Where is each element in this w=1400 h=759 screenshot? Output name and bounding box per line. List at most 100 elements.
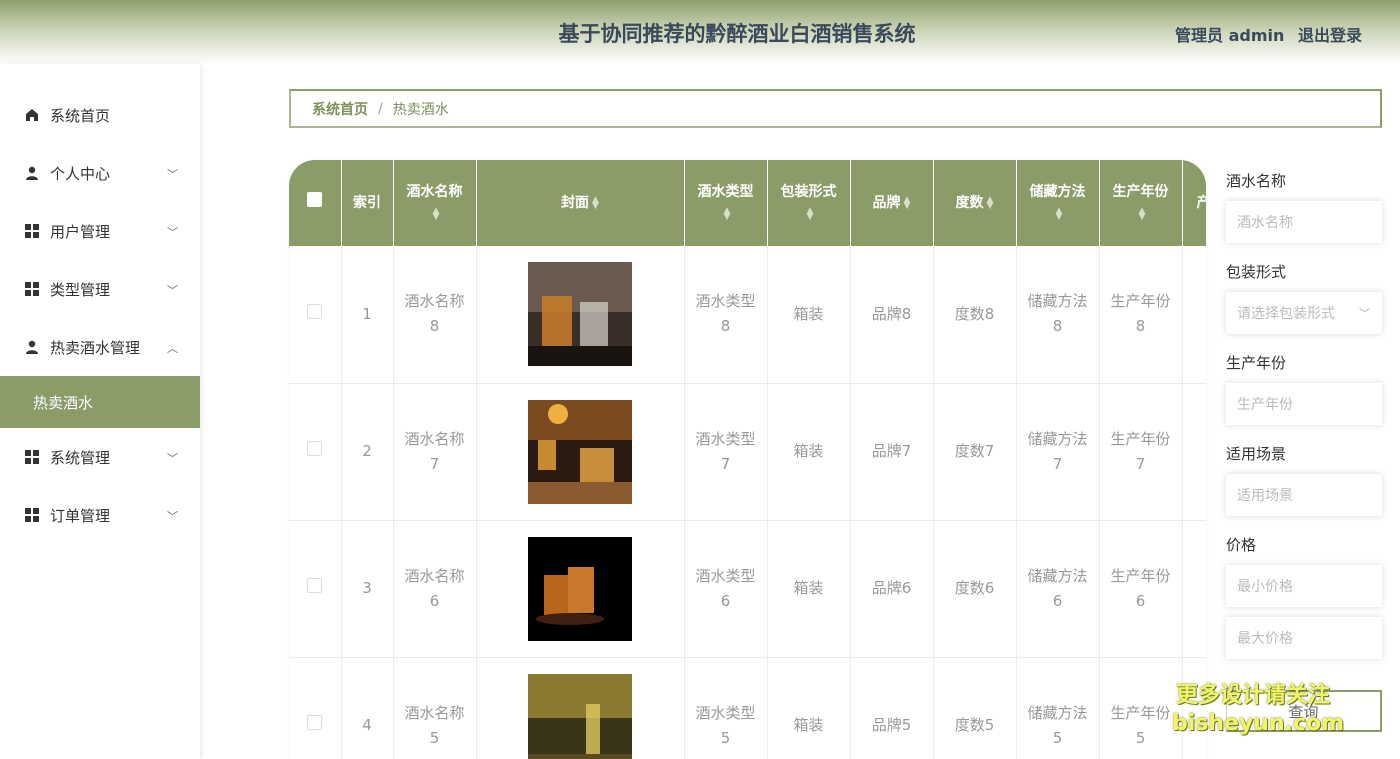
top-header: 基于协同推荐的黔醉酒业白酒销售系统 管理员 admin 退出登录 bbox=[0, 0, 1400, 64]
cell-degree: 度数8 bbox=[933, 246, 1017, 384]
sidebar-item-label: 系统管理 bbox=[50, 448, 111, 467]
header-type[interactable]: 酒水类型 ▲ ▼ bbox=[684, 160, 768, 246]
sort-icon[interactable]: ▲ ▼ bbox=[807, 207, 814, 222]
sort-icon[interactable]: ▲ ▼ bbox=[433, 207, 440, 222]
cell-brand: 品牌6 bbox=[850, 520, 934, 658]
table-row: 1 酒水名称 8 酒水类型 8 箱装 品牌8 度数8 储藏方法 8 生产年份 8 bbox=[289, 246, 1206, 384]
cell-degree: 度数6 bbox=[933, 520, 1017, 658]
scene-label: 适用场景 bbox=[1226, 445, 1287, 463]
row-checkbox-cell[interactable] bbox=[289, 246, 342, 384]
cell-storage: 储藏方法 7 bbox=[1016, 383, 1100, 521]
sort-icon[interactable]: ▲ ▼ bbox=[724, 207, 731, 222]
chevron-down-icon: ﹀ bbox=[167, 452, 178, 465]
sidebar-subitem-hot-drinks[interactable]: 热卖酒水 bbox=[0, 376, 200, 428]
logout-button[interactable]: 退出登录 bbox=[1298, 26, 1362, 45]
cell-storage: 储藏方法 5 bbox=[1016, 657, 1100, 759]
sort-icon[interactable]: ▲ ▼ bbox=[592, 196, 599, 211]
cell-index: 1 bbox=[341, 246, 394, 384]
cell-index: 2 bbox=[341, 383, 394, 521]
cell-name: 酒水名称 8 bbox=[393, 246, 477, 384]
cell-cover bbox=[476, 520, 685, 658]
sidebar-item-hot-drinks[interactable]: 热卖酒水管理 ︿ bbox=[0, 318, 200, 376]
cover-image bbox=[528, 536, 632, 641]
table-row: 4 酒水名称 5 酒水类型 5 箱装 品牌5 度数5 储藏方法 5 生产年份 5 bbox=[289, 657, 1206, 759]
header-name[interactable]: 酒水名称 ▲ ▼ bbox=[393, 160, 477, 246]
price-label: 价格 bbox=[1226, 536, 1257, 554]
cell-year: 生产年份 6 bbox=[1099, 520, 1183, 658]
cell-storage: 储藏方法 6 bbox=[1016, 520, 1100, 658]
sidebar-item-users[interactable]: 用户管理 ﹀ bbox=[0, 202, 200, 260]
sidebar-item-label: 订单管理 bbox=[50, 506, 111, 525]
sidebar-item-orders[interactable]: 订单管理 ﹀ bbox=[0, 486, 200, 544]
sidebar-item-system[interactable]: 系统管理 ﹀ bbox=[0, 428, 200, 486]
sidebar-item-label: 用户管理 bbox=[50, 222, 111, 241]
header-index: 索引 bbox=[341, 160, 394, 246]
row-checkbox[interactable] bbox=[307, 441, 323, 456]
sort-icon[interactable]: ▲ ▼ bbox=[1056, 207, 1063, 222]
cell-type: 酒水类型 8 bbox=[684, 246, 768, 384]
min-price-input[interactable]: 最小价格 bbox=[1226, 565, 1382, 607]
header-storage[interactable]: 储藏方法 ▲ ▼ bbox=[1016, 160, 1100, 246]
row-checkbox[interactable] bbox=[307, 578, 323, 593]
sidebar-item-home[interactable]: 系统首页 bbox=[0, 86, 200, 144]
chevron-up-icon: ︿ bbox=[167, 342, 178, 355]
header-brand[interactable]: 品牌 ▲ ▼ bbox=[850, 160, 934, 246]
admin-label: 管理员 admin bbox=[1175, 26, 1285, 45]
sidebar: 系统首页 个人中心 ﹀ 用户管理 ﹀ 类型管理 ﹀ 热卖酒水管理 ︿ 热卖酒水 … bbox=[0, 64, 200, 759]
grid-icon bbox=[24, 281, 40, 297]
chevron-down-icon: ﹀ bbox=[167, 510, 178, 523]
pack-select[interactable]: 请选择包装形式 ﹀ bbox=[1226, 292, 1382, 334]
row-checkbox-cell[interactable] bbox=[289, 383, 342, 521]
row-checkbox-cell[interactable] bbox=[289, 657, 342, 759]
sidebar-item-profile[interactable]: 个人中心 ﹀ bbox=[0, 144, 200, 202]
cell-brand: 品牌8 bbox=[850, 246, 934, 384]
cover-image bbox=[528, 262, 632, 367]
cell-degree: 度数7 bbox=[933, 383, 1017, 521]
pack-label: 包装形式 bbox=[1226, 263, 1287, 281]
name-label: 酒水名称 bbox=[1226, 172, 1287, 190]
row-checkbox[interactable] bbox=[307, 303, 323, 319]
header-select-all[interactable] bbox=[289, 160, 342, 246]
grid-icon bbox=[24, 507, 40, 523]
header-degree[interactable]: 度数 ▲ ▼ bbox=[933, 160, 1017, 246]
cell-index: 4 bbox=[341, 657, 394, 759]
chevron-down-icon: ﹀ bbox=[167, 226, 178, 239]
sort-icon[interactable]: ▲ ▼ bbox=[987, 196, 994, 211]
data-table: 索引 酒水名称 ▲ ▼ 封面 ▲ ▼ 酒水类型 ▲ ▼ 包装形式 ▲ ▼ 品牌 ▲ ▼ 度数 ▲ ▼ 储… bbox=[289, 160, 1206, 759]
scene-input[interactable]: 适用场景 bbox=[1226, 474, 1382, 516]
breadcrumb-home[interactable]: 系统首页 bbox=[312, 99, 368, 119]
cell-name: 酒水名称 6 bbox=[393, 520, 477, 658]
cell-brand: 品牌7 bbox=[850, 383, 934, 521]
select-all-checkbox[interactable] bbox=[307, 192, 323, 207]
breadcrumb: 系统首页 / 热卖酒水 bbox=[289, 89, 1382, 128]
name-input[interactable]: 酒水名称 bbox=[1226, 201, 1382, 243]
header-year[interactable]: 生产年份 ▲ ▼ bbox=[1099, 160, 1183, 246]
grid-icon bbox=[24, 223, 40, 239]
breadcrumb-current: 热卖酒水 bbox=[392, 101, 449, 118]
row-checkbox-cell[interactable] bbox=[289, 520, 342, 658]
header-pack[interactable]: 包装形式 ▲ ▼ bbox=[767, 160, 851, 246]
row-checkbox[interactable] bbox=[307, 715, 323, 730]
grid-icon bbox=[24, 449, 40, 465]
cell-origin bbox=[1182, 246, 1206, 384]
sort-icon[interactable]: ▲ ▼ bbox=[904, 196, 911, 211]
chevron-down-icon: ﹀ bbox=[1359, 307, 1370, 320]
cell-cover bbox=[476, 657, 685, 759]
user-area: 管理员 admin 退出登录 bbox=[1167, 22, 1362, 46]
cell-degree: 度数5 bbox=[933, 657, 1017, 759]
max-price-input[interactable]: 最大价格 bbox=[1226, 617, 1382, 659]
chevron-down-icon: ﹀ bbox=[167, 168, 178, 181]
header-cover[interactable]: 封面 ▲ ▼ bbox=[476, 160, 685, 246]
cell-pack: 箱装 bbox=[767, 520, 851, 658]
cell-storage: 储藏方法 8 bbox=[1016, 246, 1100, 384]
sidebar-item-types[interactable]: 类型管理 ﹀ bbox=[0, 260, 200, 318]
sidebar-item-label: 个人中心 bbox=[50, 164, 111, 183]
sort-icon[interactable]: ▲ ▼ bbox=[1139, 207, 1146, 222]
cell-cover bbox=[476, 246, 685, 384]
cell-pack: 箱装 bbox=[767, 657, 851, 759]
cell-type: 酒水类型 7 bbox=[684, 383, 768, 521]
year-input[interactable]: 生产年份 bbox=[1226, 383, 1382, 425]
cell-year: 生产年份 5 bbox=[1099, 657, 1183, 759]
table-row: 2 酒水名称 7 酒水类型 7 箱装 品牌7 度数7 储藏方法 7 生产年份 7 bbox=[289, 383, 1206, 521]
cell-year: 生产年份 8 bbox=[1099, 246, 1183, 384]
